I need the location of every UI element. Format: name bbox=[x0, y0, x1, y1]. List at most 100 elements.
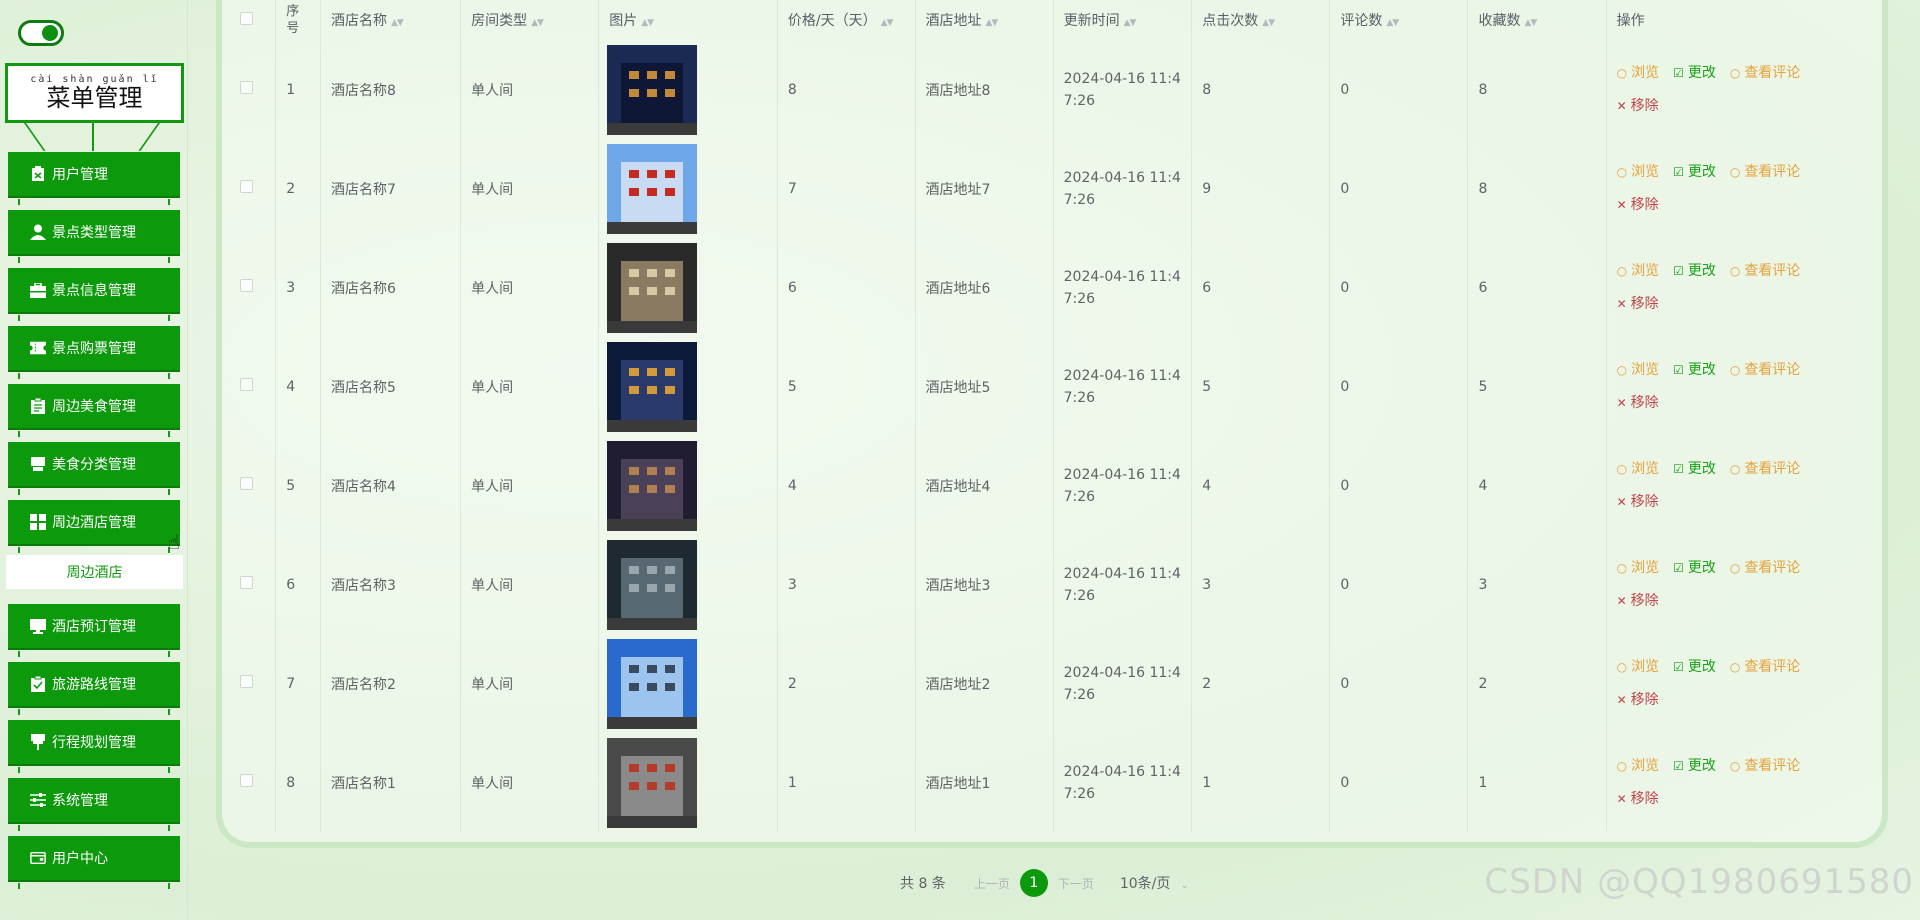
sidebar-item-hotel-booking[interactable]: 酒店预订管理 bbox=[8, 604, 180, 657]
sidebar-collapse-toggle[interactable] bbox=[18, 20, 64, 46]
row-checkbox[interactable] bbox=[240, 180, 253, 193]
sort-icon[interactable]: ▲▼ bbox=[531, 18, 544, 28]
sidebar-item-travel-routes[interactable]: 旅游路线管理 bbox=[8, 662, 180, 715]
row-checkbox[interactable] bbox=[240, 477, 253, 490]
view-comments-button[interactable]: ○ 查看评论 bbox=[1730, 156, 1800, 189]
row-select-cell[interactable] bbox=[230, 139, 277, 238]
sidebar-item-label: 系统管理 bbox=[52, 793, 108, 809]
pagination-page-1[interactable]: 1 bbox=[1019, 869, 1048, 897]
view-comments-button[interactable]: ○ 查看评论 bbox=[1730, 750, 1800, 783]
view-comments-button[interactable]: ○ 查看评论 bbox=[1730, 255, 1800, 288]
view-button[interactable]: ○ 浏览 bbox=[1617, 354, 1659, 387]
sort-icon[interactable]: ▲▼ bbox=[1524, 18, 1537, 28]
hotel-thumbnail[interactable] bbox=[607, 638, 698, 729]
sidebar-item-system[interactable]: 系统管理 bbox=[8, 778, 180, 831]
hotel-thumbnail[interactable] bbox=[607, 44, 698, 135]
header-select-all[interactable] bbox=[230, 0, 277, 40]
sidebar-item-user-center[interactable]: 用户中心 bbox=[8, 836, 180, 889]
remove-button[interactable]: ✕ 移除 bbox=[1617, 783, 1659, 816]
remove-button[interactable]: ✕ 移除 bbox=[1617, 486, 1659, 519]
view-comments-button[interactable]: ○ 查看评论 bbox=[1730, 552, 1800, 585]
view-comments-button[interactable]: ○ 查看评论 bbox=[1730, 651, 1800, 684]
edit-button[interactable]: ☑ 更改 bbox=[1673, 255, 1716, 288]
row-checkbox[interactable] bbox=[240, 378, 253, 391]
remove-button[interactable]: ✕ 移除 bbox=[1617, 387, 1659, 420]
view-button[interactable]: ○ 浏览 bbox=[1617, 651, 1659, 684]
hotel-thumbnail[interactable] bbox=[607, 242, 698, 333]
hotel-thumbnail[interactable] bbox=[607, 440, 698, 531]
remove-button[interactable]: ✕ 移除 bbox=[1617, 288, 1659, 321]
row-checkbox[interactable] bbox=[240, 774, 253, 787]
sort-icon[interactable]: ▲▼ bbox=[1262, 18, 1275, 28]
sidebar-item-ticket-purchase[interactable]: 景点购票管理 bbox=[8, 326, 180, 379]
sidebar-item-attraction-info[interactable]: 景点信息管理 bbox=[8, 268, 180, 321]
sort-icon[interactable]: ▲▼ bbox=[986, 18, 999, 28]
view-button[interactable]: ○ 浏览 bbox=[1617, 750, 1659, 783]
sidebar-item-attraction-types[interactable]: 景点类型管理 bbox=[8, 210, 180, 263]
header-comments[interactable]: 评论数 ▲▼ bbox=[1329, 0, 1469, 40]
address-text: 酒店地址1 bbox=[925, 775, 991, 792]
sort-icon[interactable]: ▲▼ bbox=[1386, 18, 1399, 28]
header-update-time[interactable]: 更新时间 ▲▼ bbox=[1053, 0, 1193, 40]
row-checkbox[interactable] bbox=[240, 576, 253, 589]
hotel-thumbnail[interactable] bbox=[607, 341, 698, 432]
row-select-cell[interactable] bbox=[230, 733, 277, 832]
row-select-cell[interactable] bbox=[230, 535, 277, 634]
submenu-item-nearby-hotels[interactable]: 周边酒店 bbox=[5, 554, 184, 590]
sidebar-item-nearby-food[interactable]: 周边美食管理 bbox=[8, 384, 180, 437]
header-image[interactable]: 图片 ▲▼ bbox=[598, 0, 778, 40]
hotel-thumbnail[interactable] bbox=[607, 143, 698, 234]
row-select-cell[interactable] bbox=[230, 40, 277, 139]
remove-button[interactable]: ✕ 移除 bbox=[1617, 90, 1659, 123]
header-price[interactable]: 价格/天（天） ▲▼ bbox=[777, 0, 916, 40]
row-select-cell[interactable] bbox=[230, 436, 277, 535]
select-all-checkbox[interactable] bbox=[240, 11, 253, 25]
sort-icon[interactable]: ▲▼ bbox=[881, 18, 894, 28]
edit-button[interactable]: ☑ 更改 bbox=[1673, 651, 1716, 684]
view-button[interactable]: ○ 浏览 bbox=[1617, 57, 1659, 90]
edit-button[interactable]: ☑ 更改 bbox=[1673, 750, 1716, 783]
cell-update-time: 2024-04-16 11:4 7:26 bbox=[1053, 436, 1193, 535]
sort-icon[interactable]: ▲▼ bbox=[641, 18, 654, 28]
view-comments-button[interactable]: ○ 查看评论 bbox=[1730, 453, 1800, 486]
hotel-thumbnail[interactable] bbox=[607, 737, 698, 828]
row-select-cell[interactable] bbox=[230, 238, 277, 337]
cell-price: 6 bbox=[777, 238, 916, 337]
row-checkbox[interactable] bbox=[240, 279, 253, 292]
edit-button[interactable]: ☑ 更改 bbox=[1673, 453, 1716, 486]
sort-icon[interactable]: ▲▼ bbox=[391, 18, 404, 28]
view-button[interactable]: ○ 浏览 bbox=[1617, 552, 1659, 585]
sort-icon[interactable]: ▲▼ bbox=[1124, 18, 1137, 28]
view-button[interactable]: ○ 浏览 bbox=[1617, 255, 1659, 288]
row-checkbox[interactable] bbox=[240, 81, 253, 94]
edit-button[interactable]: ☑ 更改 bbox=[1673, 156, 1716, 189]
remove-button[interactable]: ✕ 移除 bbox=[1617, 585, 1659, 618]
view-comments-button[interactable]: ○ 查看评论 bbox=[1730, 354, 1800, 387]
ticket-icon bbox=[30, 340, 46, 356]
sidebar-item-users[interactable]: 用户管理 bbox=[8, 152, 180, 205]
row-select-cell[interactable] bbox=[230, 634, 277, 733]
header-favorites[interactable]: 收藏数 ▲▼ bbox=[1467, 0, 1607, 40]
pagination-prev-button[interactable]: 上一页 bbox=[974, 875, 1010, 892]
sidebar-item-itinerary[interactable]: 行程规划管理 bbox=[8, 720, 180, 773]
hotel-thumbnail[interactable] bbox=[607, 539, 698, 630]
row-checkbox[interactable] bbox=[240, 675, 253, 688]
row-select-cell[interactable] bbox=[230, 337, 277, 436]
header-clicks[interactable]: 点击次数 ▲▼ bbox=[1191, 0, 1331, 40]
header-address[interactable]: 酒店地址 ▲▼ bbox=[915, 0, 1054, 40]
pagination-next-button[interactable]: 下一页 bbox=[1058, 875, 1094, 892]
edit-button[interactable]: ☑ 更改 bbox=[1673, 57, 1716, 90]
sidebar-item-nearby-hotels[interactable]: 周边酒店管理 bbox=[8, 500, 180, 553]
sidebar-item-food-category[interactable]: 美食分类管理 bbox=[8, 442, 180, 495]
remove-button[interactable]: ✕ 移除 bbox=[1617, 684, 1659, 717]
page-size-select[interactable]: 10条/页 ⌄ bbox=[1120, 873, 1189, 893]
view-button[interactable]: ○ 浏览 bbox=[1617, 156, 1659, 189]
view-button[interactable]: ○ 浏览 bbox=[1617, 453, 1659, 486]
remove-button[interactable]: ✕ 移除 bbox=[1617, 189, 1659, 222]
view-comments-button[interactable]: ○ 查看评论 bbox=[1730, 57, 1800, 90]
edit-button[interactable]: ☑ 更改 bbox=[1673, 354, 1716, 387]
header-room-type[interactable]: 房间类型 ▲▼ bbox=[460, 0, 600, 40]
search-icon: ○ bbox=[1616, 659, 1628, 674]
header-hotel-name[interactable]: 酒店名称 ▲▼ bbox=[320, 0, 462, 40]
edit-button[interactable]: ☑ 更改 bbox=[1673, 552, 1716, 585]
